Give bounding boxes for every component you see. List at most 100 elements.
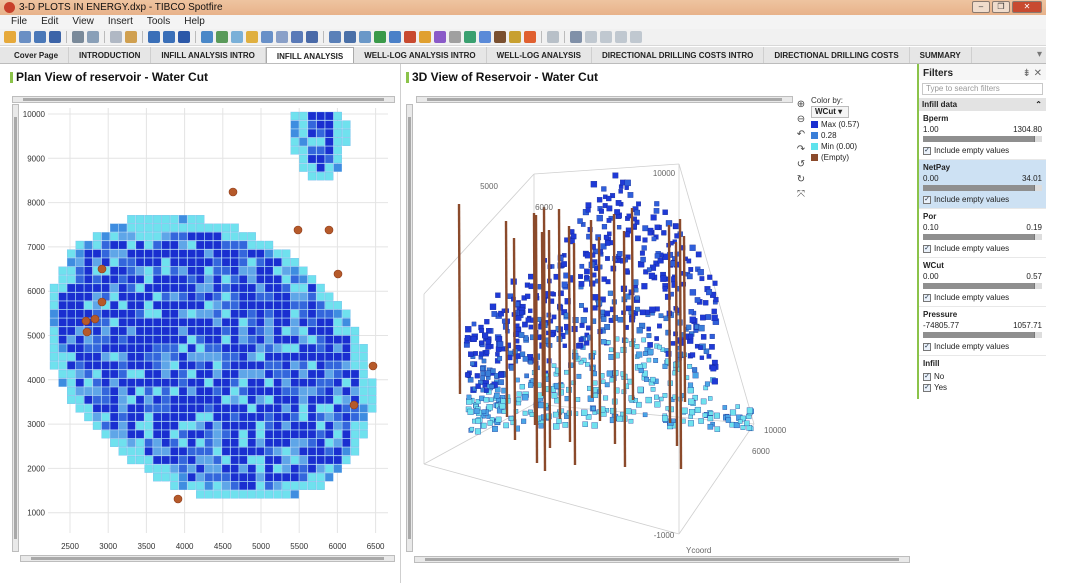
tab-directional-drilling-costs-intro[interactable]: DIRECTIONAL DRILLING COSTS INTRO xyxy=(592,47,765,63)
range-slider[interactable] xyxy=(923,332,1042,338)
reset-view-icon[interactable]: ⤧ xyxy=(795,189,807,201)
settings-gear-icon[interactable] xyxy=(570,31,582,43)
restore-icon[interactable]: ❐ xyxy=(992,1,1010,13)
panel-divider[interactable] xyxy=(400,64,401,583)
combination-chart-icon[interactable] xyxy=(404,31,416,43)
filter-icon[interactable] xyxy=(201,31,213,43)
legend-item: 0.28 xyxy=(811,131,883,140)
bookmark-icon[interactable] xyxy=(231,31,243,43)
layout-columns-icon[interactable] xyxy=(600,31,612,43)
redo-icon[interactable] xyxy=(163,31,175,43)
treemap-icon[interactable] xyxy=(479,31,491,43)
line-chart-icon[interactable] xyxy=(389,31,401,43)
range-slider[interactable] xyxy=(923,185,1042,191)
table-icon[interactable] xyxy=(329,31,341,43)
tab-well-log-analysis-intro[interactable]: WELL-LOG ANALYSIS INTRO xyxy=(354,47,487,63)
include-empty-checkbox[interactable]: ✓ xyxy=(923,244,931,253)
new-file-icon[interactable] xyxy=(19,31,31,43)
graphical-table-icon[interactable] xyxy=(359,31,371,43)
legend-item: Min (0.00) xyxy=(811,142,883,151)
tab-cover-page[interactable]: Cover Page xyxy=(4,47,70,63)
filter-name: Infill xyxy=(923,359,940,368)
text-area-icon[interactable] xyxy=(547,31,559,43)
close-filters-icon[interactable]: ✕ xyxy=(1034,68,1042,79)
plan-view-scrollbar-top[interactable] xyxy=(12,96,395,103)
infill-yes-checkbox[interactable]: ✓ xyxy=(923,383,931,392)
view3d-axis-label: 10000 xyxy=(764,426,787,435)
tab-summary[interactable]: SUMMARY xyxy=(910,47,972,63)
box-plot-icon[interactable] xyxy=(509,31,521,43)
tab-introduction[interactable]: INTRODUCTION xyxy=(69,47,152,63)
rotate-left-icon[interactable]: ↶ xyxy=(795,129,807,141)
y-tick-label: 6000 xyxy=(27,287,45,296)
view3d-scrollbar-top[interactable] xyxy=(416,96,793,103)
view3d-scrollbar-left[interactable] xyxy=(406,104,413,552)
y-tick-label: 10000 xyxy=(23,110,46,119)
details-icon[interactable] xyxy=(216,31,228,43)
menu-insert[interactable]: Insert xyxy=(108,15,133,29)
paste-icon[interactable] xyxy=(125,31,137,43)
scatter-3d-icon[interactable] xyxy=(449,31,461,43)
include-empty-checkbox[interactable]: ✓ xyxy=(923,195,931,204)
layout-rows-icon[interactable] xyxy=(615,31,627,43)
range-slider[interactable] xyxy=(923,234,1042,240)
color-by-select[interactable]: WCut ▾ xyxy=(811,106,849,118)
well-line xyxy=(512,237,517,441)
print-icon[interactable] xyxy=(72,31,84,43)
page-icon[interactable] xyxy=(291,31,303,43)
close-icon[interactable]: ✕ xyxy=(1012,1,1042,13)
layout-maximize-icon[interactable] xyxy=(630,31,642,43)
menu-edit[interactable]: Edit xyxy=(41,15,58,29)
cross-table-icon[interactable] xyxy=(344,31,356,43)
tab-directional-drilling-costs[interactable]: DIRECTIONAL DRILLING COSTS xyxy=(764,47,910,63)
tab-well-log-analysis[interactable]: WELL-LOG ANALYSIS xyxy=(487,47,592,63)
heat-map-icon[interactable] xyxy=(494,31,506,43)
rotate-right-icon[interactable]: ↷ xyxy=(795,144,807,156)
collapse-chevron-icon[interactable]: ⌃ xyxy=(1035,98,1042,111)
menu-help[interactable]: Help xyxy=(184,15,205,29)
range-slider[interactable] xyxy=(923,136,1042,142)
menu-file[interactable]: File xyxy=(11,15,27,29)
reload-icon[interactable] xyxy=(34,31,46,43)
list-icon[interactable] xyxy=(261,31,273,43)
plan-view-plot[interactable]: 10000 9000 8000 7000 6000 5000 4000 3000 2000 100… xyxy=(20,104,392,564)
tilt-up-icon[interactable]: ↺ xyxy=(795,159,807,171)
save-icon[interactable] xyxy=(49,31,61,43)
filter-group-infill-data[interactable]: Infill data ⌃ xyxy=(919,98,1046,111)
range-slider[interactable] xyxy=(923,283,1042,289)
menu-view[interactable]: View xyxy=(72,15,94,29)
zoom-in-icon[interactable]: ⊕ xyxy=(795,99,807,111)
tag-icon[interactable] xyxy=(246,31,258,43)
plan-view-scrollbar-left[interactable] xyxy=(12,104,19,552)
view3d-scrollbar-bottom[interactable] xyxy=(414,556,910,563)
copy-icon[interactable] xyxy=(110,31,122,43)
menu-tools[interactable]: Tools xyxy=(147,15,170,29)
layout-grid-icon[interactable] xyxy=(585,31,597,43)
bar-chart-icon[interactable] xyxy=(374,31,386,43)
include-empty-checkbox[interactable]: ✓ xyxy=(923,293,931,302)
tab-overflow-chevron-icon[interactable]: ▾ xyxy=(1037,47,1042,62)
tab-infill-analysis-intro[interactable]: INFILL ANALYSIS INTRO xyxy=(151,47,266,63)
include-empty-checkbox[interactable]: ✓ xyxy=(923,342,931,351)
properties-icon[interactable] xyxy=(306,31,318,43)
summary-table-icon[interactable] xyxy=(524,31,536,43)
view3d-plot[interactable]: 5000 10000 6000 10000 6000 -1000 Ycoord xyxy=(414,104,794,554)
pin-icon[interactable]: ⇟ xyxy=(1022,68,1030,79)
open-folder-icon[interactable] xyxy=(4,31,16,43)
include-empty-checkbox[interactable]: ✓ xyxy=(923,146,931,155)
window-controls: – ❐ ✕ xyxy=(972,1,1042,13)
scatter-plot-icon[interactable] xyxy=(434,31,446,43)
undo-icon[interactable] xyxy=(148,31,160,43)
well-marker xyxy=(368,361,378,371)
tab-infill-analysis[interactable]: INFILL ANALYSIS xyxy=(265,47,355,63)
pie-chart-icon[interactable] xyxy=(419,31,431,43)
filter-search-input[interactable]: Type to search filters xyxy=(922,83,1043,95)
export-icon[interactable] xyxy=(87,31,99,43)
minimize-icon[interactable]: – xyxy=(972,1,990,13)
zoom-out-icon[interactable]: ⊖ xyxy=(795,114,807,126)
map-chart-icon[interactable] xyxy=(464,31,476,43)
infill-no-checkbox[interactable]: ✓ xyxy=(923,372,931,381)
back-icon[interactable] xyxy=(178,31,190,43)
notes-icon[interactable] xyxy=(276,31,288,43)
tilt-down-icon[interactable]: ↻ xyxy=(795,174,807,186)
